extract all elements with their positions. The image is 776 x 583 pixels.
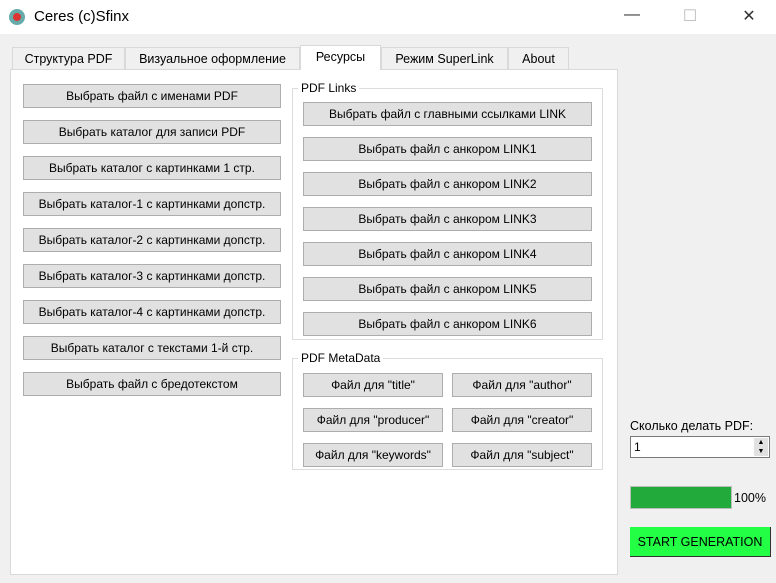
tab-visual[interactable]: Визуальное оформление <box>125 47 300 69</box>
left-button-8[interactable]: Выбрать файл с бредотекстом <box>23 372 281 396</box>
progress-label: 100% <box>734 491 766 505</box>
tab-structure[interactable]: Структура PDF <box>12 47 125 69</box>
left-button-0[interactable]: Выбрать файл с именами PDF <box>23 84 281 108</box>
link-button-4[interactable]: Выбрать файл с анкором LINK4 <box>303 242 592 266</box>
left-button-5[interactable]: Выбрать каталог-3 с картинками допстр. <box>23 264 281 288</box>
spin-up-icon[interactable]: ▲ <box>754 438 768 447</box>
left-button-7[interactable]: Выбрать каталог с текстами 1-й стр. <box>23 336 281 360</box>
tab-about[interactable]: About <box>508 47 569 69</box>
pdf-links-label: PDF Links <box>298 81 360 95</box>
link-button-6[interactable]: Выбрать файл с анкором LINK6 <box>303 312 592 336</box>
meta-button-3[interactable]: Файл для "creator" <box>452 408 592 432</box>
link-button-2[interactable]: Выбрать файл с анкором LINK2 <box>303 172 592 196</box>
count-value: 1 <box>634 440 641 454</box>
link-button-5[interactable]: Выбрать файл с анкором LINK5 <box>303 277 592 301</box>
spin-down-icon[interactable]: ▼ <box>754 447 768 456</box>
start-generation-button[interactable]: START GENERATION <box>630 527 771 557</box>
link-button-0[interactable]: Выбрать файл с главными ссылками LINK <box>303 102 592 126</box>
progress-fill <box>631 487 731 508</box>
title-bar: Ceres (c)Sfinx — ☐ ✕ <box>0 0 776 34</box>
left-button-3[interactable]: Выбрать каталог-1 с картинками допстр. <box>23 192 281 216</box>
count-label: Сколько делать PDF: <box>630 419 754 433</box>
count-spinbox[interactable]: 1 ▲ ▼ <box>630 436 770 458</box>
tab-resources[interactable]: Ресурсы <box>300 45 381 70</box>
window-title: Ceres (c)Sfinx <box>34 8 130 25</box>
maximize-button[interactable]: ☐ <box>675 6 705 28</box>
link-button-1[interactable]: Выбрать файл с анкором LINK1 <box>303 137 592 161</box>
meta-button-2[interactable]: Файл для "producer" <box>303 408 443 432</box>
left-button-2[interactable]: Выбрать каталог с картинками 1 стр. <box>23 156 281 180</box>
left-button-4[interactable]: Выбрать каталог-2 с картинками допстр. <box>23 228 281 252</box>
left-button-1[interactable]: Выбрать каталог для записи PDF <box>23 120 281 144</box>
app-icon <box>9 9 25 25</box>
tab-superlink[interactable]: Режим SuperLink <box>381 47 508 69</box>
meta-button-0[interactable]: Файл для "title" <box>303 373 443 397</box>
meta-button-5[interactable]: Файл для "subject" <box>452 443 592 467</box>
meta-button-4[interactable]: Файл для "keywords" <box>303 443 443 467</box>
pdf-metadata-label: PDF MetaData <box>298 351 384 365</box>
left-button-6[interactable]: Выбрать каталог-4 с картинками допстр. <box>23 300 281 324</box>
meta-button-1[interactable]: Файл для "author" <box>452 373 592 397</box>
progress-bar <box>630 486 732 509</box>
minimize-button[interactable]: — <box>617 6 647 28</box>
close-button[interactable]: ✕ <box>734 6 764 28</box>
link-button-3[interactable]: Выбрать файл с анкором LINK3 <box>303 207 592 231</box>
